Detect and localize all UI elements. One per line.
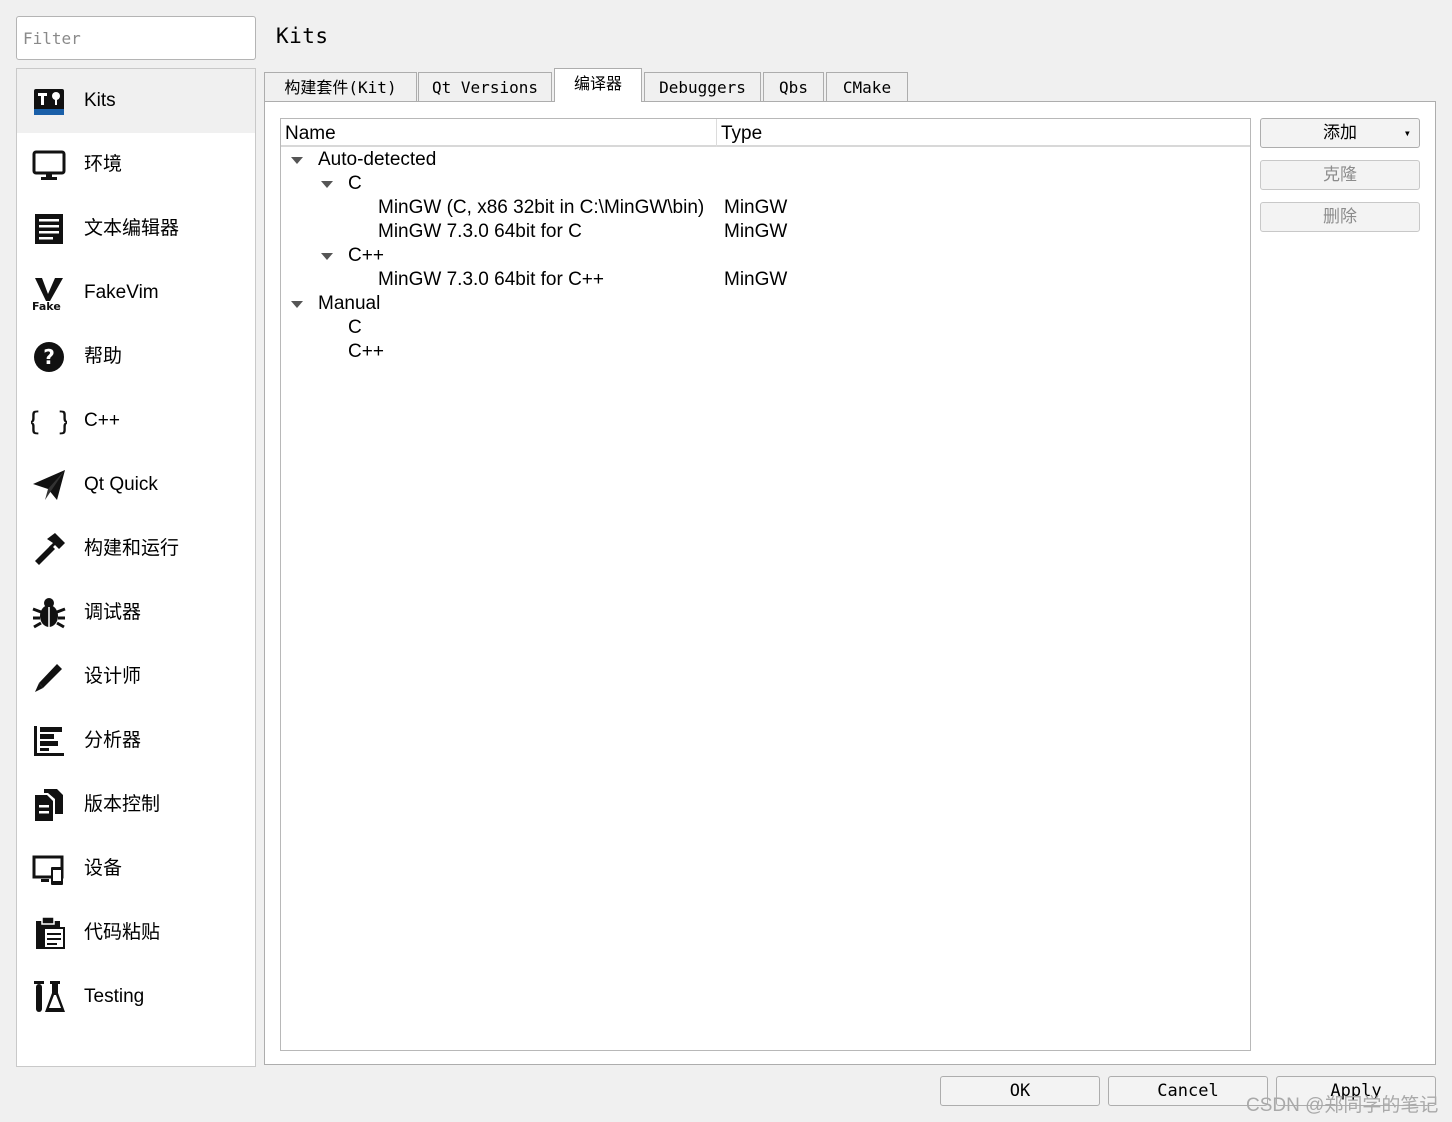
expand-arrow-icon[interactable]	[321, 181, 333, 188]
sidebar-item-label: 帮助	[84, 346, 123, 367]
sidebar-item-label: C++	[84, 410, 120, 431]
add-button-label: 添加	[1323, 123, 1357, 143]
svg-text:Fake: Fake	[32, 300, 61, 311]
sidebar-item-label: Qt Quick	[84, 474, 158, 495]
monitor-icon	[31, 147, 67, 183]
sidebar-item-label: 分析器	[84, 730, 142, 751]
test-tube-icon	[31, 979, 67, 1015]
sidebar-item-designer[interactable]: 设计师	[17, 645, 255, 709]
remove-button[interactable]: 删除	[1260, 202, 1420, 232]
version-control-icon	[31, 787, 67, 823]
sidebar-item-label: 设计师	[84, 666, 142, 687]
tree-row[interactable]: MinGW 7.3.0 64bit for C++ MinGW	[281, 268, 1250, 292]
row-name: Auto-detected	[318, 149, 437, 170]
ok-button[interactable]: OK	[940, 1076, 1100, 1106]
tree-row[interactable]: MinGW (C, x86 32bit in C:\MinGW\bin) Min…	[281, 196, 1250, 220]
pen-icon	[31, 659, 67, 695]
clone-button[interactable]: 克隆	[1260, 160, 1420, 190]
clipboard-icon	[31, 915, 67, 951]
row-name: C++	[348, 341, 384, 362]
row-type: MinGW	[724, 221, 788, 242]
sidebar-item-text-editor[interactable]: 文本编辑器	[17, 197, 255, 261]
row-name: C	[348, 317, 362, 338]
row-name: C	[348, 173, 362, 194]
hammer-icon	[31, 531, 67, 567]
tab-compilers[interactable]: 编译器	[554, 68, 642, 102]
sidebar: Kits 环境 文本编辑器 Fake FakeVim ? 帮助 { } C++ …	[16, 68, 256, 1067]
column-header-type[interactable]: Type	[717, 119, 1250, 147]
sidebar-item-version-control[interactable]: 版本控制	[17, 773, 255, 837]
paper-plane-icon	[31, 467, 67, 503]
tab-qbs[interactable]: Qbs	[763, 72, 824, 101]
sidebar-item-label: 代码粘贴	[84, 922, 161, 943]
dropdown-arrow-icon: ▾	[1403, 126, 1411, 140]
kits-icon	[31, 83, 67, 119]
tab-kits[interactable]: 构建套件(Kit)	[264, 72, 417, 101]
fakevim-icon: Fake	[31, 275, 67, 311]
sidebar-item-label: Testing	[84, 986, 145, 1007]
tree-row[interactable]: C	[281, 316, 1250, 340]
row-name: MinGW 7.3.0 64bit for C	[378, 221, 582, 242]
row-type: MinGW	[724, 197, 788, 218]
sidebar-item-label: 环境	[84, 154, 123, 175]
row-name: Manual	[318, 293, 381, 314]
sidebar-item-label: 设备	[84, 858, 123, 879]
row-name: MinGW 7.3.0 64bit for C++	[378, 269, 604, 290]
svg-text:{ }: { }	[31, 407, 67, 437]
tree-row[interactable]: C	[281, 172, 1250, 196]
watermark: CSDN @郑同学的笔记	[1246, 1095, 1439, 1116]
expand-arrow-icon[interactable]	[321, 253, 333, 260]
sidebar-item-kits[interactable]: Kits	[17, 69, 255, 133]
tree-row[interactable]: MinGW 7.3.0 64bit for C MinGW	[281, 220, 1250, 244]
tree-row[interactable]: Manual	[281, 292, 1250, 316]
sidebar-item-label: FakeVim	[84, 282, 159, 303]
sidebar-item-testing[interactable]: Testing	[17, 965, 255, 1029]
sidebar-item-help[interactable]: ? 帮助	[17, 325, 255, 389]
tree-row[interactable]: C++	[281, 244, 1250, 268]
bug-icon	[31, 595, 67, 631]
expand-arrow-icon[interactable]	[291, 301, 303, 308]
row-name: C++	[348, 245, 384, 266]
sidebar-item-analyzer[interactable]: 分析器	[17, 709, 255, 773]
column-header-name[interactable]: Name	[281, 119, 717, 147]
page-title: Kits	[276, 24, 329, 48]
sidebar-item-cpp[interactable]: { } C++	[17, 389, 255, 453]
device-icon	[31, 851, 67, 887]
sidebar-item-devices[interactable]: 设备	[17, 837, 255, 901]
row-name: MinGW (C, x86 32bit in C:\MinGW\bin)	[378, 197, 705, 218]
tab-qt-versions[interactable]: Qt Versions	[418, 72, 552, 101]
sidebar-item-label: Kits	[84, 90, 116, 111]
sidebar-item-label: 版本控制	[84, 794, 161, 815]
svg-text:?: ?	[43, 345, 55, 369]
sidebar-item-qt-quick[interactable]: Qt Quick	[17, 453, 255, 517]
tree-row[interactable]: C++	[281, 340, 1250, 364]
tab-debuggers[interactable]: Debuggers	[644, 72, 761, 101]
expand-arrow-icon[interactable]	[291, 157, 303, 164]
sidebar-item-label: 调试器	[84, 602, 142, 623]
tree-row[interactable]: Auto-detected	[281, 148, 1250, 172]
sidebar-item-label: 构建和运行	[84, 538, 180, 559]
sidebar-item-build-run[interactable]: 构建和运行	[17, 517, 255, 581]
compiler-tree[interactable]: Name Type Auto-detected C MinGW (C, x86 …	[280, 118, 1251, 1051]
tree-header: Name Type	[281, 119, 1250, 147]
sidebar-item-code-paste[interactable]: 代码粘贴	[17, 901, 255, 965]
braces-icon: { }	[31, 403, 67, 439]
row-type: MinGW	[724, 269, 788, 290]
sidebar-item-label: 文本编辑器	[84, 218, 180, 239]
sidebar-item-environment[interactable]: 环境	[17, 133, 255, 197]
tab-cmake[interactable]: CMake	[826, 72, 908, 101]
filter-input[interactable]	[16, 16, 256, 60]
sidebar-item-fakevim[interactable]: Fake FakeVim	[17, 261, 255, 325]
sidebar-item-debugger[interactable]: 调试器	[17, 581, 255, 645]
analyzer-icon	[31, 723, 67, 759]
help-icon: ?	[31, 339, 67, 375]
text-editor-icon	[31, 211, 67, 247]
cancel-button[interactable]: Cancel	[1108, 1076, 1268, 1106]
add-button[interactable]: 添加 ▾	[1260, 118, 1420, 148]
